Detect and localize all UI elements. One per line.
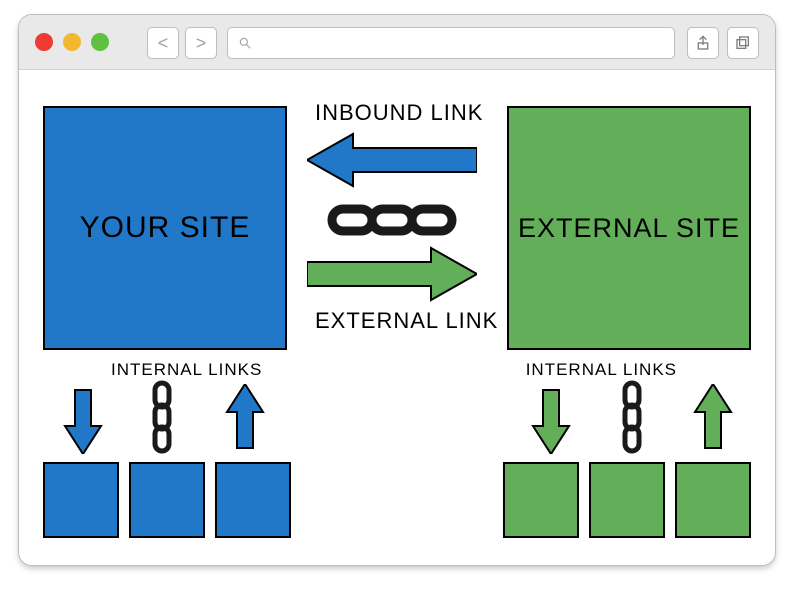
subpage-box xyxy=(129,462,205,538)
back-button[interactable]: < xyxy=(147,27,179,59)
subpage-box xyxy=(589,462,665,538)
traffic-lights xyxy=(35,33,109,51)
chain-small-icon-right xyxy=(617,380,647,461)
search-icon xyxy=(238,36,252,50)
inbound-link-label: INBOUND LINK xyxy=(315,100,483,126)
your-site-subpages xyxy=(43,462,291,538)
chain-small-icon-left xyxy=(147,380,177,461)
tabs-button[interactable] xyxy=(727,27,759,59)
inbound-arrow-icon xyxy=(307,130,477,190)
share-button[interactable] xyxy=(687,27,719,59)
internal-links-label-left: INTERNAL LINKS xyxy=(111,360,262,380)
browser-window: < > YOUR SITE xyxy=(18,14,776,566)
your-site-box: YOUR SITE xyxy=(43,106,287,350)
internal-links-label-right: INTERNAL LINKS xyxy=(526,360,677,380)
minimize-icon[interactable] xyxy=(63,33,81,51)
external-site-subpages xyxy=(503,462,751,538)
subpage-box xyxy=(503,462,579,538)
your-site-label: YOUR SITE xyxy=(80,211,251,245)
zoom-icon[interactable] xyxy=(91,33,109,51)
close-icon[interactable] xyxy=(35,33,53,51)
external-site-box: EXTERNAL SITE xyxy=(507,106,751,350)
subpage-box xyxy=(675,462,751,538)
subpage-box xyxy=(215,462,291,538)
browser-titlebar: < > xyxy=(19,15,775,70)
chain-icon xyxy=(327,200,457,245)
external-arrow-icon xyxy=(307,244,477,304)
diagram-canvas: YOUR SITE EXTERNAL SITE INBOUND LINK EXT… xyxy=(19,70,775,566)
external-site-label: EXTERNAL SITE xyxy=(518,213,740,244)
address-bar[interactable] xyxy=(227,27,675,59)
forward-button[interactable]: > xyxy=(185,27,217,59)
external-link-label: EXTERNAL LINK xyxy=(315,308,498,334)
subpage-box xyxy=(43,462,119,538)
